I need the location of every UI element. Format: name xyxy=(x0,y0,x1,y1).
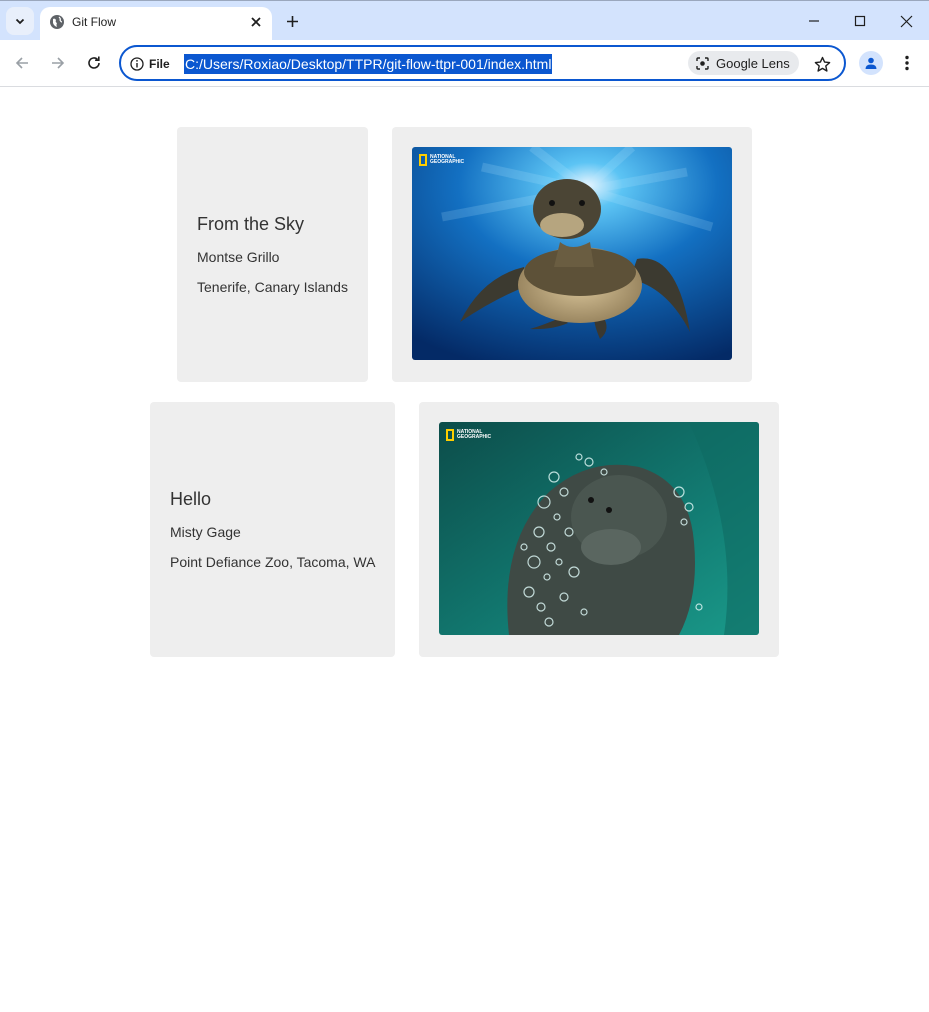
sea-turtle-photo: NATIONAL GEOGRAPHIC xyxy=(412,147,732,360)
profile-button[interactable] xyxy=(859,51,883,75)
card-title: From the Sky xyxy=(197,214,305,234)
info-card-1: From the Sky Montse Grillo Tenerife, Can… xyxy=(177,127,368,382)
url-text[interactable]: C:/Users/Roxiao/Desktop/TTPR/git-flow-tt… xyxy=(184,54,553,74)
google-lens-button[interactable]: Google Lens xyxy=(688,51,799,75)
reload-icon xyxy=(88,56,100,69)
photo-card-1: NATIONAL GEOGRAPHIC xyxy=(392,127,752,382)
globe-icon xyxy=(50,15,64,29)
close-window-button[interactable] xyxy=(894,9,918,33)
tab-strip: Git Flow xyxy=(0,0,929,41)
sea-turtle-image xyxy=(412,147,732,360)
minimize-icon xyxy=(809,20,819,22)
card-title: Hello xyxy=(170,489,212,509)
back-button[interactable] xyxy=(10,51,34,75)
photo-card-2: NATIONAL GEOGRAPHIC xyxy=(419,402,779,657)
natgeo-logo: NATIONAL GEOGRAPHIC xyxy=(446,429,491,441)
person-icon xyxy=(865,57,877,69)
info-card-2: Hello Misty Gage Point Defiance Zoo, Tac… xyxy=(150,402,395,657)
chevron-down-icon xyxy=(15,18,25,25)
arrow-right-icon xyxy=(52,57,65,69)
address-bar[interactable]: File C:/Users/Roxiao/Desktop/TTPR/git-fl… xyxy=(119,45,846,81)
maximize-button[interactable] xyxy=(848,9,872,33)
card-location: Point Defiance Zoo, Tacoma, WA xyxy=(170,554,376,570)
forward-button[interactable] xyxy=(46,51,70,75)
close-icon xyxy=(251,17,261,27)
natgeo-watermark: NATIONAL GEOGRAPHIC xyxy=(430,154,465,165)
new-tab-button[interactable] xyxy=(280,9,304,33)
tab-close-button[interactable] xyxy=(246,12,266,32)
tab-search-button[interactable] xyxy=(6,7,34,35)
tab-git-flow[interactable]: Git Flow xyxy=(40,7,272,41)
lens-icon xyxy=(696,56,709,70)
maximize-icon xyxy=(854,15,866,27)
browser-toolbar: File C:/Users/Roxiao/Desktop/TTPR/git-fl… xyxy=(0,40,929,87)
card-location: Tenerife, Canary Islands xyxy=(197,279,348,295)
site-info-button[interactable]: File xyxy=(130,55,170,73)
natgeo-watermark: NATIONAL GEOGRAPHIC xyxy=(457,429,492,440)
star-icon xyxy=(814,56,830,72)
card-author: Montse Grillo xyxy=(197,249,280,265)
google-lens-label: Google Lens xyxy=(716,55,790,71)
site-info-label: File xyxy=(149,57,170,71)
card-author: Misty Gage xyxy=(170,524,241,540)
walrus-photo: NATIONAL GEOGRAPHIC xyxy=(439,422,759,635)
close-icon xyxy=(900,15,912,27)
bookmark-button[interactable] xyxy=(811,53,833,75)
plus-icon xyxy=(286,15,298,27)
tab-title: Git Flow xyxy=(72,15,117,29)
browser-menu-button[interactable] xyxy=(897,51,917,75)
more-vert-icon xyxy=(905,55,909,71)
walrus-image xyxy=(439,422,759,635)
reload-button[interactable] xyxy=(82,51,106,75)
info-icon xyxy=(130,57,144,71)
natgeo-logo: NATIONAL GEOGRAPHIC xyxy=(419,154,464,166)
arrow-left-icon xyxy=(15,57,28,69)
minimize-button[interactable] xyxy=(802,9,826,33)
